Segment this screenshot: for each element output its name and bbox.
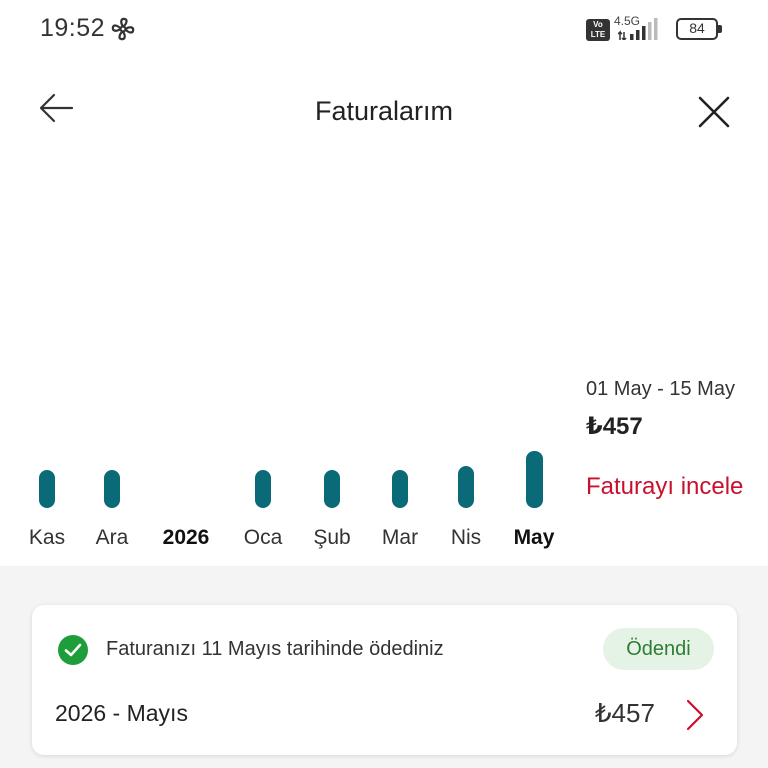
bill-history-chart: 2026 Kas Ara Oca Şub Mar Nis May — [0, 380, 768, 560]
check-circle-icon — [58, 635, 88, 665]
month-label-kas[interactable]: Kas — [12, 526, 82, 550]
signal-icon — [618, 18, 658, 40]
month-label-may[interactable]: May — [499, 526, 569, 550]
chevron-right-icon[interactable] — [682, 695, 708, 735]
chart-bar-kas[interactable] — [39, 470, 55, 508]
status-badge: Ödendi — [603, 628, 714, 670]
chart-bar-şub[interactable] — [324, 470, 340, 508]
chart-bar-nis[interactable] — [458, 466, 474, 508]
chart-bar-mar[interactable] — [392, 470, 408, 508]
bill-card[interactable]: Faturanızı 11 Mayıs tarihinde ödediniz Ö… — [32, 605, 737, 755]
selected-amount: ₺457 — [586, 413, 643, 440]
bill-period: 2026 - Mayıs — [55, 700, 188, 726]
month-label-nis[interactable]: Nis — [431, 526, 501, 550]
chart-bar-oca[interactable] — [255, 470, 271, 508]
status-bar: 19:52 Vo LTE 4.5G 84 — [0, 0, 768, 60]
fan-icon — [111, 17, 135, 41]
page-title: Faturalarım — [314, 96, 454, 126]
chart-bar-may[interactable] — [525, 451, 543, 508]
status-time: 19:52 — [40, 14, 106, 42]
chart-bar-ara[interactable] — [104, 470, 120, 508]
month-label-şub[interactable]: Şub — [297, 526, 367, 550]
month-label-oca[interactable]: Oca — [228, 526, 298, 550]
battery-icon: 84 — [676, 18, 722, 40]
month-label-ara[interactable]: Ara — [77, 526, 147, 550]
payment-message: Faturanızı 11 Mayıs tarihinde ödediniz — [106, 638, 444, 660]
year-separator: 2026 — [162, 526, 210, 549]
view-bill-link[interactable]: Faturayı incele — [586, 473, 743, 501]
month-label-mar[interactable]: Mar — [365, 526, 435, 550]
bill-amount: ₺457 — [595, 698, 655, 728]
selected-period: 01 May - 15 May — [586, 378, 735, 400]
battery-level: 84 — [689, 20, 705, 36]
volte-icon: Vo LTE — [586, 19, 610, 41]
close-icon[interactable] — [694, 92, 734, 132]
